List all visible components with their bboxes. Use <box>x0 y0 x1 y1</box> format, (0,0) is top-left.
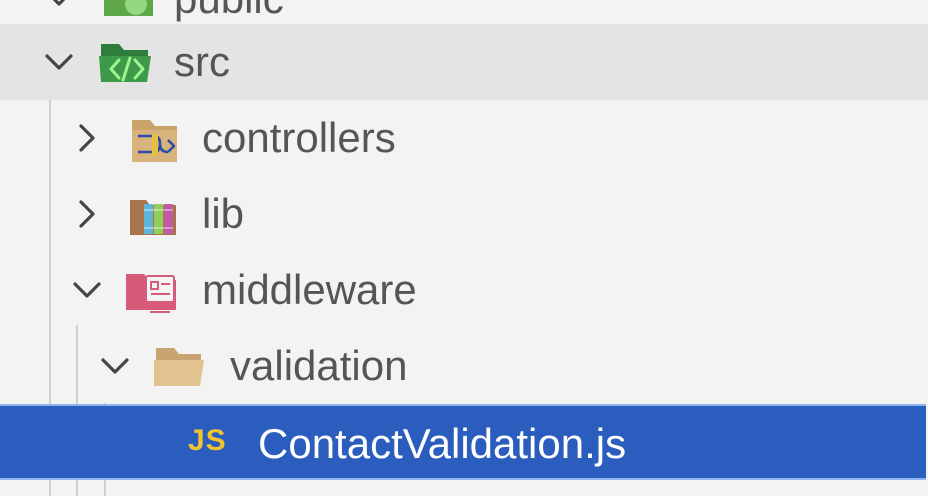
tree-item-src[interactable]: src <box>0 24 928 100</box>
chevron-right-icon[interactable] <box>70 121 104 155</box>
tree-item-controllers[interactable]: controllers <box>0 100 928 176</box>
javascript-file-icon: JS <box>188 424 227 457</box>
tree-item-middleware[interactable]: middleware <box>0 252 928 328</box>
chevron-right-icon[interactable] <box>70 197 104 231</box>
file-explorer-tree: public src <box>0 0 928 496</box>
tree-item-label: middleware <box>202 266 417 313</box>
tree-item-validation[interactable]: validation <box>0 328 928 404</box>
tree-item-lib[interactable]: lib <box>0 176 928 252</box>
chevron-down-icon[interactable] <box>98 349 132 383</box>
tree-item-label: public <box>174 0 284 20</box>
controllers-folder-icon <box>128 114 186 166</box>
tree-item-label: ContactValidation.js <box>258 420 627 467</box>
tree-item-contactvalidation-js[interactable]: JS ContactValidation.js <box>0 404 926 480</box>
chevron-down-icon[interactable] <box>42 45 76 79</box>
chevron-down-icon[interactable] <box>42 0 76 15</box>
middleware-folder-icon <box>124 266 182 318</box>
lib-folder-icon <box>128 190 186 242</box>
src-folder-icon <box>97 36 155 88</box>
tree-item-label: lib <box>202 190 245 237</box>
tree-item-label: controllers <box>202 114 396 161</box>
chevron-down-icon[interactable] <box>70 273 104 307</box>
tree-item-label: src <box>174 38 230 85</box>
folder-open-icon <box>152 342 210 394</box>
public-folder-icon <box>100 0 158 24</box>
tree-item-label: validation <box>230 342 408 389</box>
